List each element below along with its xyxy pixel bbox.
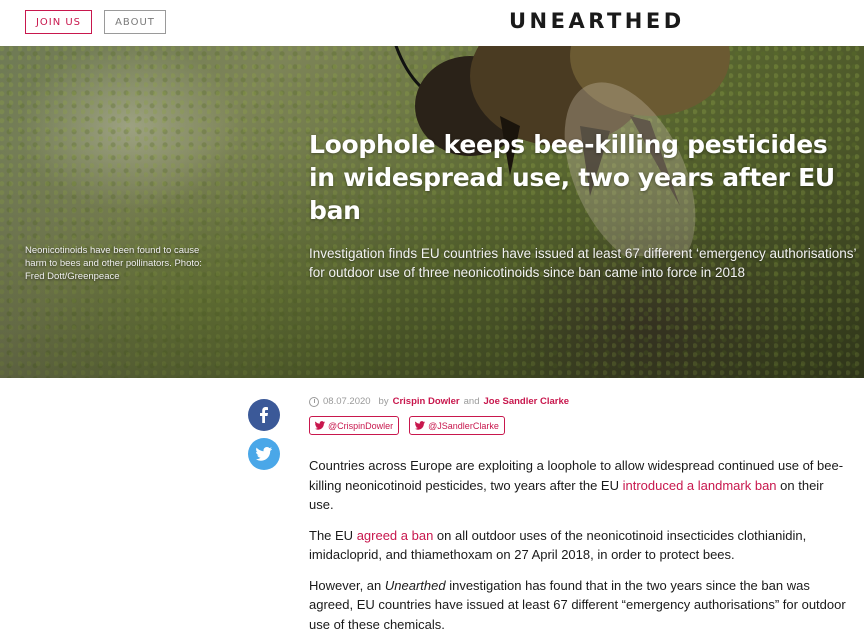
- article-headline: Loophole keeps bee-killing pesticides in…: [309, 130, 835, 225]
- about-button[interactable]: ABOUT: [104, 10, 166, 34]
- byline-by: by: [378, 396, 389, 407]
- twitter-icon: [315, 421, 325, 430]
- handle-label: @JSandlerClarke: [428, 420, 499, 431]
- article-standfirst: Investigation finds EU countries have is…: [309, 246, 857, 280]
- clock-icon: [309, 396, 319, 407]
- author-link-crispin[interactable]: Crispin Dowler: [393, 396, 460, 407]
- join-us-button[interactable]: JOIN US: [25, 10, 92, 34]
- text-span: The EU: [309, 527, 357, 543]
- twitter-handle-joe[interactable]: @JSandlerClarke: [409, 416, 505, 435]
- byline-and: and: [463, 396, 480, 407]
- text-span: However, an: [309, 577, 385, 593]
- twitter-icon: [415, 421, 426, 430]
- link-landmark-ban[interactable]: introduced a landmark ban: [623, 478, 777, 493]
- author-link-joe[interactable]: Joe Sandler Clarke: [484, 396, 570, 407]
- article-meta: 08.07.2020 by Crispin Dowler and Joe San…: [309, 396, 569, 407]
- paragraph-3: However, an Unearthed investigation has …: [309, 576, 849, 631]
- publication-name: Unearthed: [384, 577, 446, 593]
- twitter-share-button[interactable]: [248, 438, 280, 470]
- link-agreed-ban[interactable]: agreed a ban: [357, 528, 434, 543]
- site-header: JOIN US ABOUT UNEARTHED: [0, 0, 864, 46]
- author-handles: @CrispinDowler @JSandlerClarke: [309, 416, 505, 435]
- site-logo[interactable]: UNEARTHED: [509, 9, 685, 33]
- article-body: Countries across Europe are exploiting a…: [309, 456, 849, 631]
- paragraph-1: Countries across Europe are exploiting a…: [309, 456, 849, 515]
- twitter-handle-crispin[interactable]: @CrispinDowler: [309, 416, 400, 435]
- paragraph-2: The EU agreed a ban on all outdoor uses …: [309, 526, 849, 565]
- facebook-icon: [260, 407, 268, 423]
- facebook-share-button[interactable]: [248, 399, 280, 431]
- photo-caption: Neonicotinoids have been found to cause …: [25, 245, 202, 282]
- publish-date: 08.07.2020: [323, 396, 371, 407]
- twitter-icon: [256, 447, 272, 461]
- handle-label: @CrispinDowler: [328, 420, 394, 431]
